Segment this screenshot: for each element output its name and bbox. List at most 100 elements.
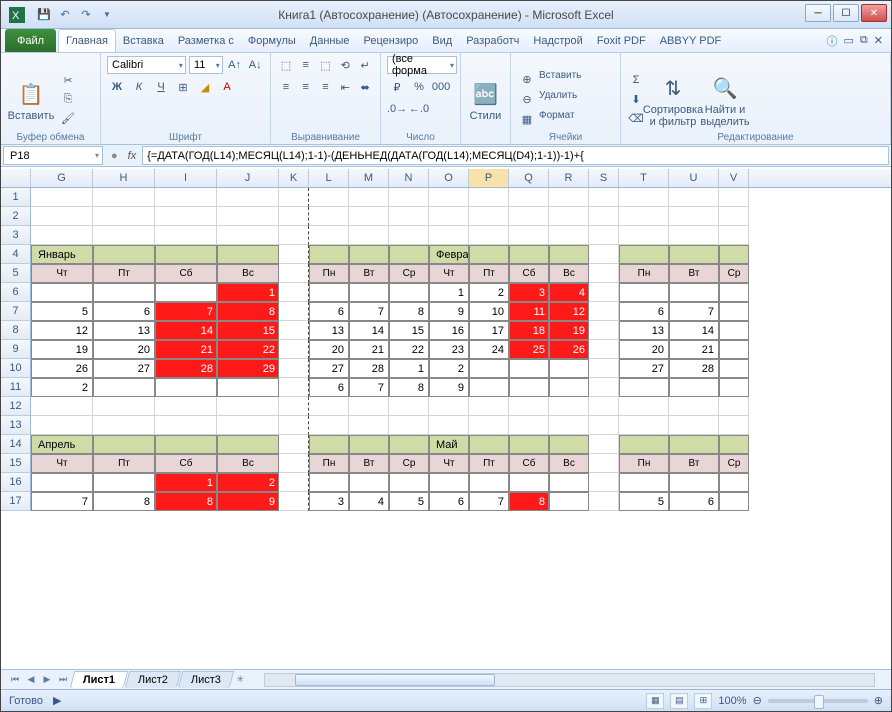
cell[interactable] xyxy=(669,416,719,435)
cell[interactable] xyxy=(549,226,589,245)
cell[interactable]: Чт xyxy=(429,264,469,283)
cell[interactable]: 26 xyxy=(549,340,589,359)
cell[interactable] xyxy=(389,207,429,226)
cell[interactable]: Пн xyxy=(309,264,349,283)
cell[interactable]: 4 xyxy=(349,492,389,511)
cell[interactable] xyxy=(217,245,279,264)
cell[interactable] xyxy=(619,473,669,492)
cell[interactable] xyxy=(619,416,669,435)
cell[interactable] xyxy=(509,416,549,435)
horizontal-scrollbar[interactable] xyxy=(264,673,875,687)
cell[interactable] xyxy=(719,378,749,397)
cell[interactable]: 6 xyxy=(309,302,349,321)
cell[interactable]: 8 xyxy=(389,378,429,397)
cell[interactable]: 6 xyxy=(619,302,669,321)
cell[interactable]: 14 xyxy=(349,321,389,340)
cell[interactable] xyxy=(589,416,619,435)
cell[interactable] xyxy=(279,359,309,378)
cell[interactable] xyxy=(429,188,469,207)
save-icon[interactable]: 💾 xyxy=(35,6,53,24)
zoom-slider[interactable] xyxy=(768,699,868,703)
cell[interactable] xyxy=(549,188,589,207)
cell[interactable]: Пт xyxy=(469,264,509,283)
cell[interactable] xyxy=(279,435,309,454)
cell[interactable] xyxy=(349,283,389,302)
cell[interactable] xyxy=(589,397,619,416)
cell[interactable]: Пт xyxy=(93,454,155,473)
cell[interactable]: Вт xyxy=(669,264,719,283)
cell[interactable]: Ср xyxy=(719,264,749,283)
cell[interactable] xyxy=(93,416,155,435)
row-header[interactable]: 1 xyxy=(1,188,31,207)
cell[interactable] xyxy=(349,397,389,416)
cell[interactable] xyxy=(389,283,429,302)
align-bot-icon[interactable]: ⬚ xyxy=(317,56,335,74)
cell[interactable] xyxy=(93,283,155,302)
col-header-K[interactable]: K xyxy=(279,169,309,187)
cell[interactable] xyxy=(549,435,589,454)
comma-icon[interactable]: 000 xyxy=(431,78,451,96)
cell[interactable] xyxy=(619,226,669,245)
border-button[interactable]: ⊞ xyxy=(173,78,193,96)
cell[interactable] xyxy=(589,473,619,492)
cell[interactable] xyxy=(279,245,309,264)
cell[interactable] xyxy=(31,397,93,416)
undo-icon[interactable]: ↶ xyxy=(56,6,74,24)
formula-input[interactable]: {=ДАТА(ГОД(L14);МЕСЯЦ(L14);1-1)-(ДЕНЬНЕД… xyxy=(142,146,889,165)
cell[interactable] xyxy=(469,435,509,454)
cell[interactable] xyxy=(589,245,619,264)
cell[interactable] xyxy=(389,245,429,264)
normal-view-button[interactable]: ▦ xyxy=(646,693,664,709)
cell[interactable] xyxy=(669,188,719,207)
cell[interactable] xyxy=(469,207,509,226)
italic-button[interactable]: К xyxy=(129,78,149,96)
cell[interactable] xyxy=(279,397,309,416)
cell[interactable] xyxy=(589,435,619,454)
cell[interactable]: 19 xyxy=(549,321,589,340)
cell[interactable] xyxy=(469,245,509,264)
cell[interactable]: Пт xyxy=(469,454,509,473)
cell[interactable]: Чт xyxy=(31,264,93,283)
tab-view[interactable]: Вид xyxy=(425,29,459,52)
indent-dec-icon[interactable]: ⇤ xyxy=(336,78,354,96)
paste-button[interactable]: 📋 Вставить xyxy=(7,56,55,142)
cell[interactable]: 9 xyxy=(429,378,469,397)
cell[interactable] xyxy=(279,492,309,511)
cell[interactable] xyxy=(719,492,749,511)
cell[interactable] xyxy=(309,416,349,435)
cell[interactable]: 7 xyxy=(349,302,389,321)
cell[interactable]: 18 xyxy=(509,321,549,340)
cell[interactable]: 19 xyxy=(31,340,93,359)
cell[interactable]: 2 xyxy=(429,359,469,378)
cell[interactable] xyxy=(155,226,217,245)
select-all-corner[interactable] xyxy=(1,169,31,187)
cell[interactable]: 27 xyxy=(93,359,155,378)
cell[interactable]: 27 xyxy=(619,359,669,378)
cell[interactable]: Сб xyxy=(155,264,217,283)
cell[interactable]: 8 xyxy=(217,302,279,321)
cell[interactable] xyxy=(669,283,719,302)
cell[interactable] xyxy=(155,188,217,207)
cell[interactable] xyxy=(509,188,549,207)
maximize-button[interactable]: ☐ xyxy=(833,4,859,22)
row-header[interactable]: 6 xyxy=(1,283,31,302)
cell[interactable]: 2 xyxy=(469,283,509,302)
cell[interactable]: 20 xyxy=(93,340,155,359)
tab-home[interactable]: Главная xyxy=(58,29,116,52)
cell[interactable]: Вс xyxy=(217,454,279,473)
cell[interactable] xyxy=(309,283,349,302)
cell[interactable] xyxy=(31,188,93,207)
cell[interactable]: 6 xyxy=(429,492,469,511)
scrollbar-thumb[interactable] xyxy=(295,674,495,686)
cell[interactable]: 20 xyxy=(309,340,349,359)
cell[interactable]: 23 xyxy=(429,340,469,359)
cell[interactable]: Февраль xyxy=(429,245,469,264)
percent-icon[interactable]: % xyxy=(409,78,429,96)
cell[interactable]: Вс xyxy=(549,454,589,473)
cell[interactable] xyxy=(155,435,217,454)
cell[interactable] xyxy=(509,245,549,264)
cell[interactable]: 1 xyxy=(155,473,217,492)
cell[interactable] xyxy=(549,245,589,264)
align-top-icon[interactable]: ⬚ xyxy=(277,56,295,74)
cell[interactable] xyxy=(309,397,349,416)
